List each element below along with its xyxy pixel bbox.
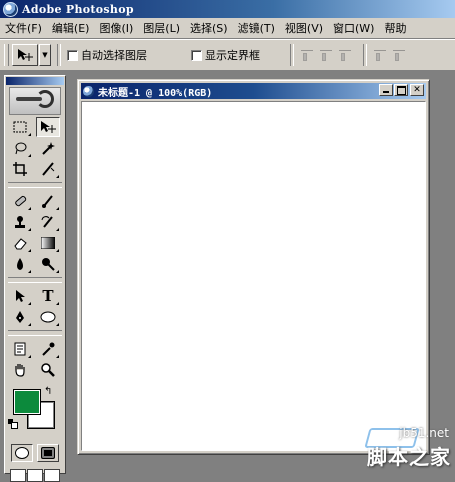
healing-brush-tool-icon[interactable] — [8, 191, 32, 211]
eyedropper-tool-icon[interactable] — [36, 339, 60, 359]
auto-select-checkbox[interactable] — [67, 49, 78, 61]
standard-mode-button[interactable] — [11, 444, 33, 462]
lasso-tool-icon[interactable] — [8, 138, 32, 158]
marquee-tool-icon[interactable] — [8, 117, 32, 137]
toolbox-title-bar[interactable] — [6, 77, 64, 85]
shape-tool-icon[interactable] — [36, 307, 60, 327]
menu-filter[interactable]: 滤镜(T) — [233, 20, 280, 36]
standard-mode-icon — [15, 447, 29, 459]
toolbox-separator — [8, 277, 62, 283]
screen-mode-row — [5, 469, 65, 482]
tool-preset-button[interactable] — [12, 44, 38, 66]
standard-screen-mode-icon[interactable] — [9, 469, 26, 482]
menu-file[interactable]: 文件(F) — [0, 20, 47, 36]
maximize-button[interactable] — [394, 84, 408, 96]
photoshop-app-icon[interactable] — [3, 1, 18, 17]
menu-layer[interactable]: 图层(L) — [138, 20, 185, 36]
app-title: Adobe Photoshop — [22, 2, 134, 16]
swap-colors-icon[interactable]: ↰ — [44, 386, 52, 397]
document-icon[interactable] — [83, 85, 94, 97]
watermark-url: jb51.net — [399, 426, 449, 440]
tool-preset-dropdown[interactable]: ▼ — [39, 44, 51, 66]
document-title-bar[interactable]: 未标题-1 @ 100%(RGB) ✕ — [81, 83, 426, 99]
document-title: 未标题-1 @ 100%(RGB) — [98, 87, 213, 99]
zoom-tool-icon[interactable] — [36, 360, 60, 380]
menu-bar: 文件(F) 编辑(E) 图像(I) 图层(L) 选择(S) 滤镜(T) 视图(V… — [0, 18, 455, 39]
toolbox-separator — [8, 182, 62, 188]
tool-grid: T — [5, 117, 65, 380]
move-tool-icon — [18, 49, 33, 61]
toolbox: T ↰ — [4, 75, 66, 482]
align-middle-icon[interactable] — [319, 48, 333, 62]
document-canvas[interactable] — [81, 101, 426, 451]
menu-edit[interactable]: 编辑(E) — [47, 20, 95, 36]
quick-mask-mode-button[interactable] — [37, 444, 59, 462]
auto-select-option[interactable]: 自动选择图层 — [67, 47, 147, 63]
type-tool-icon[interactable]: T — [36, 286, 60, 306]
app-title-bar: Adobe Photoshop — [0, 0, 455, 18]
options-bar: ▼ 自动选择图层 显示定界框 — [0, 39, 455, 71]
menu-window[interactable]: 窗口(W) — [328, 20, 379, 36]
menu-image[interactable]: 图像(I) — [94, 20, 138, 36]
options-separator — [363, 44, 367, 66]
history-brush-tool-icon[interactable] — [36, 212, 60, 232]
brush-tool-icon[interactable] — [36, 191, 60, 211]
slice-tool-icon[interactable] — [36, 159, 60, 179]
adobe-online-icon[interactable] — [9, 87, 61, 115]
blur-tool-icon[interactable] — [8, 254, 32, 274]
clone-stamp-tool-icon[interactable] — [8, 212, 32, 232]
toolbox-separator — [8, 330, 62, 336]
window-controls: ✕ — [378, 84, 424, 96]
full-screen-mode-icon[interactable] — [44, 469, 61, 482]
path-selection-tool-icon[interactable] — [8, 286, 32, 306]
quick-mask-icon — [41, 447, 55, 459]
dodge-tool-icon[interactable] — [36, 254, 60, 274]
show-bounds-label: 显示定界框 — [205, 49, 260, 62]
menu-view[interactable]: 视图(V) — [280, 20, 328, 36]
minimize-button[interactable] — [379, 84, 393, 96]
pen-tool-icon[interactable] — [8, 307, 32, 327]
align-left-icon[interactable] — [373, 48, 387, 62]
foreground-color-swatch[interactable] — [13, 389, 41, 415]
hand-tool-icon[interactable] — [8, 360, 32, 380]
options-bar-grip[interactable] — [4, 44, 9, 66]
close-button[interactable]: ✕ — [410, 84, 424, 96]
crop-tool-icon[interactable] — [8, 159, 32, 179]
options-separator — [57, 44, 61, 66]
gradient-tool-icon[interactable] — [36, 233, 60, 253]
menu-select[interactable]: 选择(S) — [185, 20, 233, 36]
move-tool-icon[interactable] — [36, 117, 60, 137]
menu-help[interactable]: 帮助 — [379, 20, 411, 36]
document-window: 未标题-1 @ 100%(RGB) ✕ — [77, 79, 430, 455]
eraser-tool-icon[interactable] — [8, 233, 32, 253]
edit-mode-row — [5, 444, 65, 462]
full-screen-menu-mode-icon[interactable] — [26, 469, 43, 482]
watermark-text: 脚本之家 — [367, 445, 451, 469]
color-swatches: ↰ — [8, 386, 62, 434]
default-colors-icon[interactable] — [8, 419, 18, 429]
show-bounds-checkbox[interactable] — [191, 49, 202, 61]
align-top-icon[interactable] — [300, 48, 314, 62]
magic-wand-tool-icon[interactable] — [36, 138, 60, 158]
notes-tool-icon[interactable] — [8, 339, 32, 359]
align-center-icon[interactable] — [392, 48, 406, 62]
show-bounds-option[interactable]: 显示定界框 — [191, 47, 260, 63]
options-separator — [290, 44, 294, 66]
align-bottom-icon[interactable] — [338, 48, 352, 62]
auto-select-label: 自动选择图层 — [81, 49, 147, 62]
